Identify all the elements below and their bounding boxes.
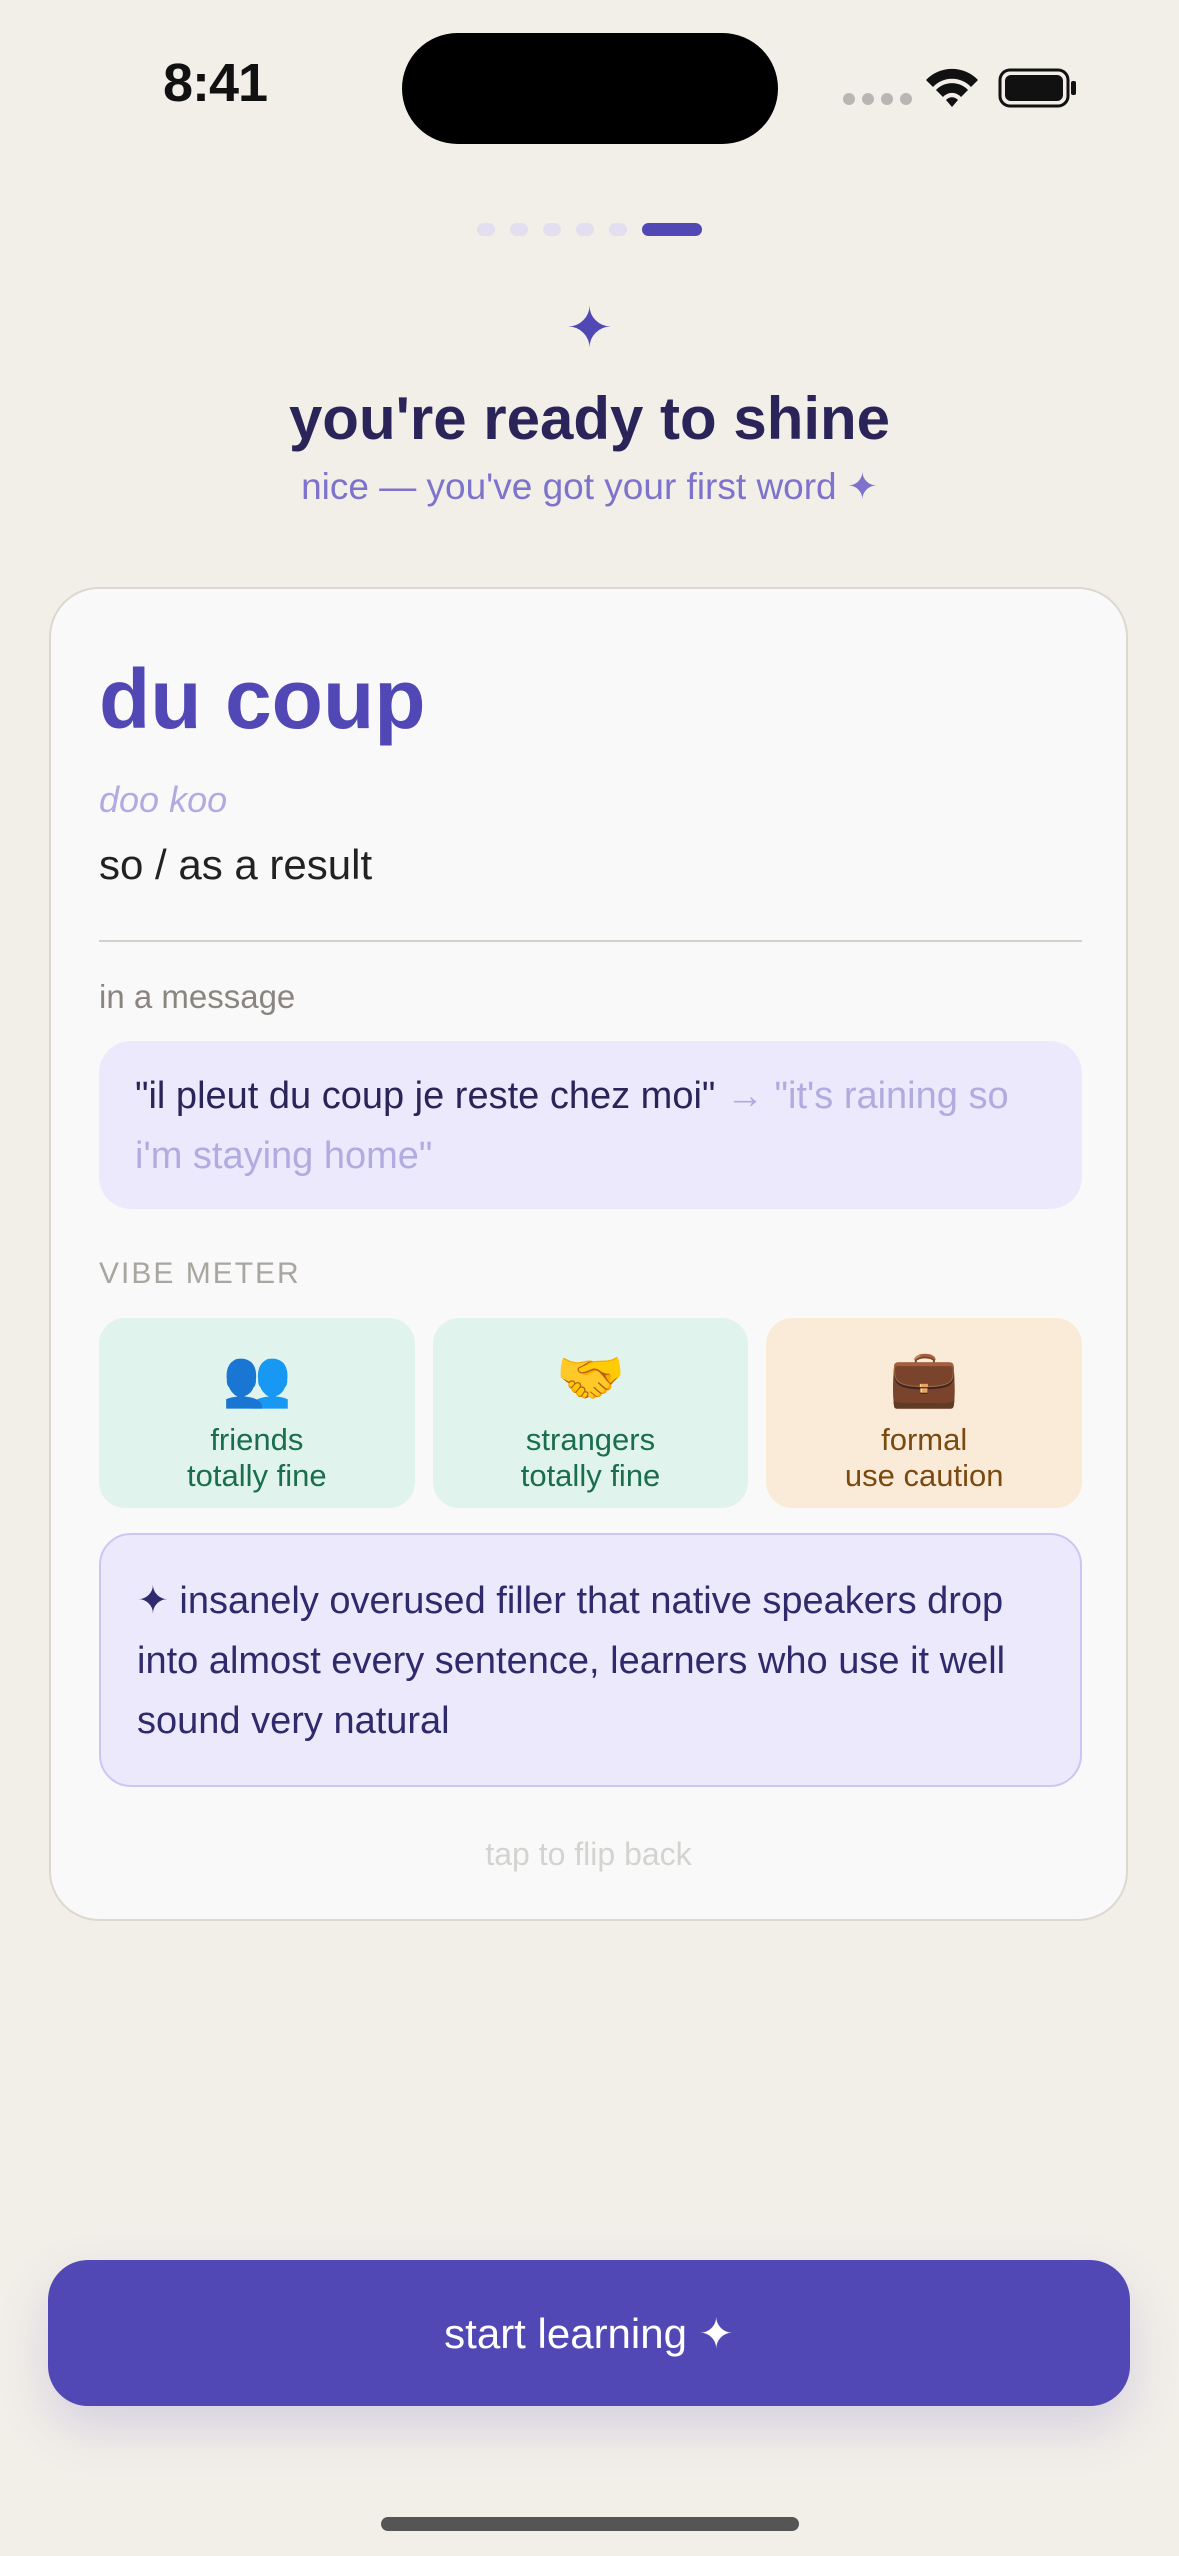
sparkle-icon: ✦: [566, 296, 613, 359]
briefcase-icon: 💼: [889, 1346, 960, 1409]
vibe-meter-label: VIBE METER: [99, 1257, 301, 1290]
word-title: du coup: [99, 652, 426, 746]
wifi-icon: [926, 68, 978, 107]
vibe-rating: use caution: [844, 1458, 1004, 1493]
status-time: 8:41: [163, 53, 268, 113]
page-title: you're ready to shine: [288, 385, 891, 452]
battery-icon: [998, 68, 1076, 108]
onboarding-progress: [0, 223, 1179, 236]
vibe-formal: 💼 formal use caution: [766, 1318, 1083, 1508]
example-label: in a message: [99, 978, 296, 1015]
divider: [99, 940, 1082, 942]
vibe-audience: friends: [210, 1422, 304, 1457]
progress-dot: [609, 223, 627, 236]
handshake-icon: 🤝: [555, 1346, 626, 1409]
example-text: "il pleut du coup je reste chez moi": [135, 1075, 716, 1117]
word-pronunciation: doo koo: [99, 779, 228, 820]
people-icon: 👥: [221, 1346, 292, 1409]
vibe-rating: totally fine: [520, 1458, 661, 1493]
arrow-right-icon: →: [725, 1075, 764, 1117]
vibe-rating: totally fine: [187, 1458, 327, 1493]
word-flashcard[interactable]: du coup doo koo so / as a result in a me…: [49, 587, 1128, 1921]
vibe-audience: formal: [881, 1422, 968, 1457]
dynamic-island: [402, 33, 778, 144]
home-indicator[interactable]: [381, 2517, 799, 2531]
progress-dot: [510, 223, 528, 236]
vibe-friends: 👥 friends totally fine: [99, 1318, 415, 1508]
progress-dot: [543, 223, 561, 236]
usage-note: ✦ insanely overused filler that native s…: [99, 1533, 1082, 1787]
word-meaning: so / as a result: [99, 841, 373, 888]
progress-dot: [576, 223, 594, 236]
vibe-strangers: 🤝 strangers totally fine: [432, 1318, 749, 1508]
example-message: "il pleut du coup je reste chez moi" → "…: [99, 1041, 1082, 1209]
page-subtitle: nice — you've got your first word ✦: [301, 466, 878, 507]
start-learning-button[interactable]: start learning ✦: [48, 2260, 1130, 2406]
vibe-meter: 👥 friends totally fine 🤝 strangers total…: [99, 1318, 1083, 1508]
cellular-signal-icon: [843, 93, 912, 105]
progress-dot: [477, 223, 495, 236]
progress-dot: [642, 223, 702, 236]
flip-hint[interactable]: tap to flip back: [51, 1836, 1126, 1873]
vibe-audience: strangers: [525, 1422, 656, 1457]
